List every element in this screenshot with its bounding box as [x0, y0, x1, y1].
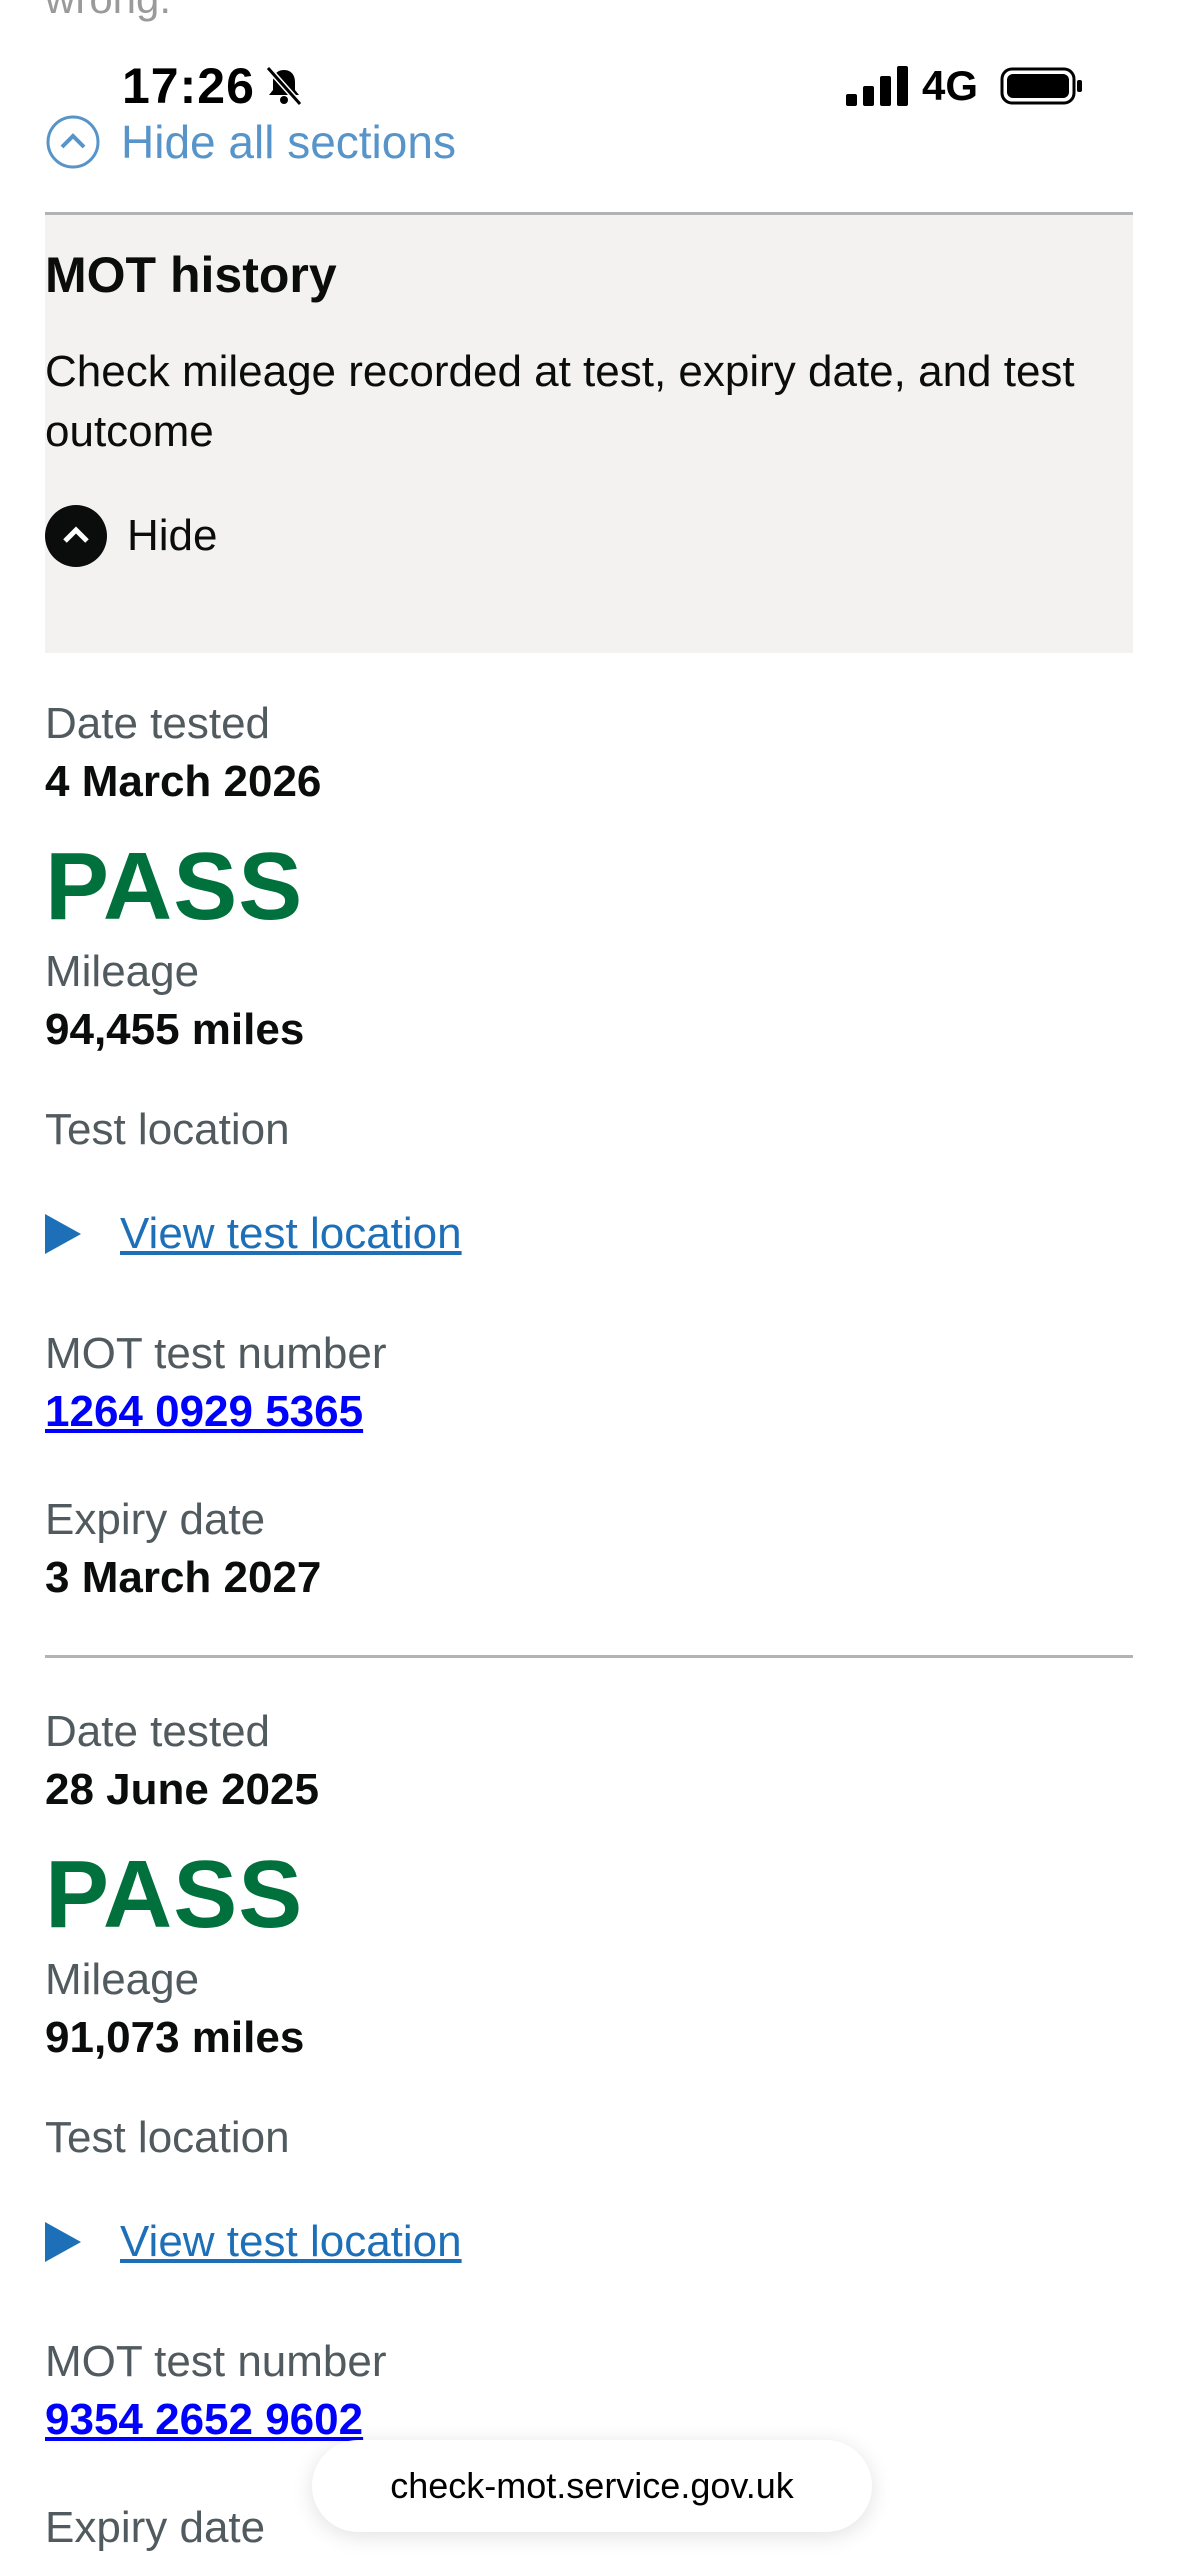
address-bar[interactable]: check-mot.service.gov.uk — [312, 2440, 872, 2532]
mot-test-number-label: MOT test number — [45, 2337, 387, 2386]
mot-test-number-link[interactable]: 1264 0929 5365 — [45, 1384, 363, 1440]
chevron-up-circle-icon — [45, 505, 107, 567]
divider — [45, 1655, 1133, 1658]
hide-all-sections-button[interactable]: Hide all sections — [45, 112, 456, 172]
date-tested-label: Date tested — [45, 699, 271, 748]
section-description: Check mileage recorded at test, expiry d… — [45, 347, 1075, 456]
mileage-label: Mileage — [45, 1955, 200, 2004]
triangle-right-icon — [45, 1214, 81, 1254]
expiry-date-label: Expiry date — [45, 1495, 266, 1544]
expiry-date-label: Expiry date — [45, 2503, 266, 2552]
test-location-label: Test location — [45, 2113, 290, 2162]
hide-label: Hide — [127, 511, 218, 560]
url-text: check-mot.service.gov.uk — [390, 2465, 794, 2506]
view-test-location-toggle[interactable]: View test location — [45, 1206, 462, 1262]
view-test-location-link[interactable]: View test location — [120, 2214, 462, 2270]
section-title: MOT history — [45, 247, 337, 303]
date-tested-value: 4 March 2026 — [45, 757, 322, 806]
status-time: 17:26 — [122, 58, 255, 114]
mileage-label: Mileage — [45, 947, 200, 996]
test-location-label: Test location — [45, 1105, 290, 1154]
chevron-up-circle-icon — [46, 115, 100, 169]
bell-muted-icon — [265, 66, 303, 106]
test-result: PASS — [45, 833, 304, 940]
mot-test-number-label: MOT test number — [45, 1329, 387, 1378]
date-tested-value: 28 June 2025 — [45, 1765, 319, 1814]
date-tested-label: Date tested — [45, 1707, 271, 1756]
section-hide-toggle[interactable]: Hide — [45, 504, 218, 568]
battery-icon — [1000, 67, 1082, 105]
previous-text: wrong. — [45, 0, 171, 24]
test-result: PASS — [45, 1841, 304, 1948]
hide-all-sections-label: Hide all sections — [121, 116, 456, 168]
expiry-date-value: 3 March 2027 — [45, 1553, 322, 1602]
triangle-right-icon — [45, 2222, 81, 2262]
signal-icon — [846, 66, 908, 106]
network-type: 4G — [922, 62, 979, 109]
mileage-value: 91,073 miles — [45, 2013, 305, 2062]
view-test-location-toggle[interactable]: View test location — [45, 2214, 462, 2270]
view-test-location-link[interactable]: View test location — [120, 1206, 462, 1262]
mot-test-number-link[interactable]: 9354 2652 9602 — [45, 2392, 363, 2448]
mileage-value: 94,455 miles — [45, 1005, 305, 1054]
